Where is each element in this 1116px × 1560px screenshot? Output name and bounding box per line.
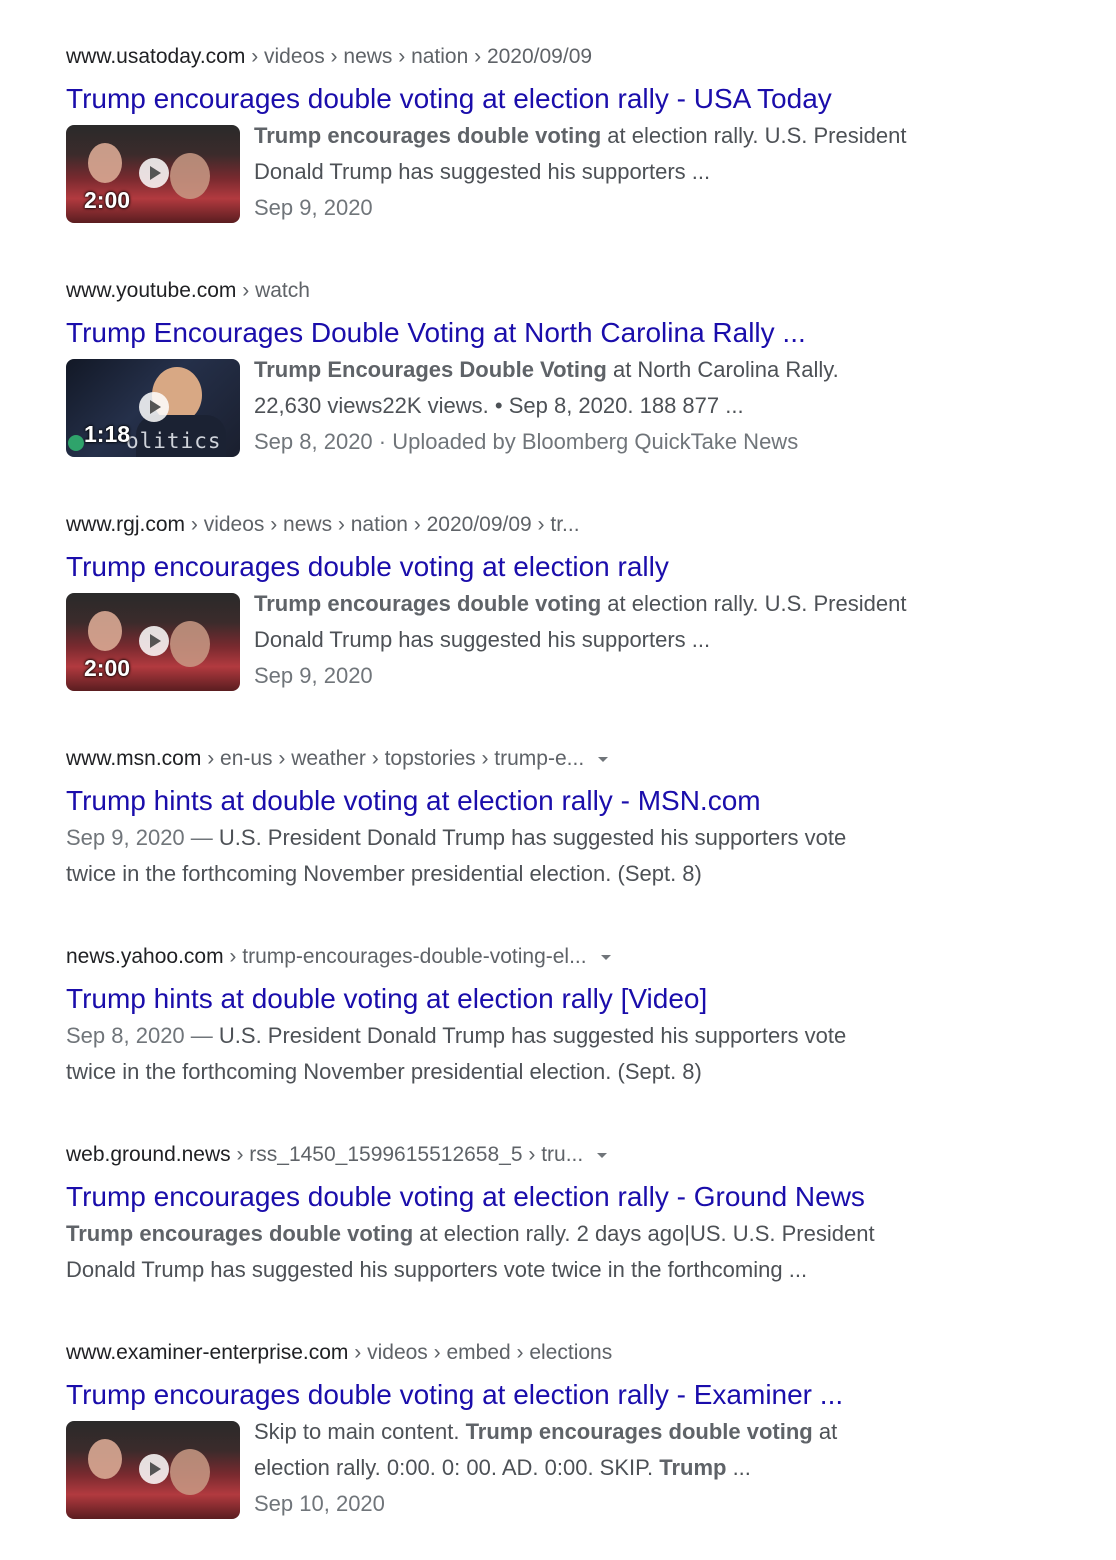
result-snippet: Sep 9, 2020 — U.S. President Donald Trum… [66,820,1066,892]
snippet-text: at North Carolina Rally. [606,357,839,382]
result-path: › rss_1450_1599615512658_5 › tru... [230,1143,584,1166]
result-url-breadcrumb[interactable]: news.yahoo.com › trump-encourages-double… [66,943,1066,971]
result-snippet: Trump encourages double voting at electi… [66,1216,1066,1288]
snippet-text: ... [726,1455,751,1480]
snippet-text: U.S. President Donald Trump has suggeste… [218,825,847,850]
search-result: www.usatoday.com › videos › news › natio… [66,43,1066,226]
video-thumbnail[interactable]: olitics 1:18 [66,359,240,457]
snippet-text: at [812,1419,838,1444]
snippet-text: twice in the forthcoming November presid… [66,861,702,886]
snippet-bold: Trump encourages double voting [465,1419,813,1444]
result-title-link[interactable]: Trump encourages double voting at electi… [66,550,1066,584]
result-date: Sep 9, 2020 [254,195,373,220]
result-url-breadcrumb[interactable]: www.examiner-enterprise.com › videos › e… [66,1339,1066,1367]
play-icon [139,392,169,422]
snippet-text: Donald Trump has suggested his supporter… [254,159,711,184]
snippet-text: at election rally. 2 days ago|US. U.S. P… [413,1221,875,1246]
result-site: www.rgj.com [66,513,186,536]
result-site: www.examiner-enterprise.com [66,1341,349,1364]
snippet-text: Donald Trump has suggested his supporter… [254,627,711,652]
video-thumbnail[interactable]: 2:00 [66,593,240,691]
video-thumbnail[interactable]: 2:00 [66,125,240,223]
chevron-down-icon[interactable] [597,1152,608,1158]
result-path: › trump-encourages-double-voting-el... [223,945,587,968]
snippet-text: 22,630 views22K views. • Sep 8, 2020. 18… [254,393,744,418]
snippet-text: Donald Trump has suggested his supporter… [66,1257,808,1282]
snippet-bold: Trump encourages double voting [254,123,602,148]
result-path: › videos › news › nation › 2020/09/09 [245,45,593,68]
result-snippet: Skip to main content. Trump encourages d… [254,1414,837,1522]
result-title-link[interactable]: Trump hints at double voting at election… [66,784,1066,818]
chevron-down-icon[interactable] [598,756,609,762]
result-url-breadcrumb[interactable]: web.ground.news › rss_1450_1599615512658… [66,1141,1066,1169]
snippet-text: U.S. President Donald Trump has suggeste… [218,1023,847,1048]
search-result: www.examiner-enterprise.com › videos › e… [66,1339,1066,1522]
snippet-bold: Trump encourages double voting [254,591,602,616]
video-duration: 1:18 [84,421,131,447]
result-title-link[interactable]: Trump encourages double voting at electi… [66,82,1066,116]
snippet-text: at election rally. U.S. President [601,123,907,148]
result-snippet: Sep 8, 2020 — U.S. President Donald Trum… [66,1018,1066,1090]
snippet-bold: Trump Encourages Double Voting [254,357,607,382]
search-result: www.msn.com › en-us › weather › topstori… [66,745,1066,892]
snippet-bold: Trump [659,1455,727,1480]
result-snippet: Trump Encourages Double Voting at North … [254,352,839,460]
result-snippet: Trump encourages double voting at electi… [254,586,906,694]
snippet-bold: Trump encourages double voting [66,1221,414,1246]
chevron-down-icon[interactable] [600,954,611,960]
result-site: www.youtube.com [66,279,237,302]
video-duration: 2:00 [84,187,131,213]
search-result: www.youtube.com › watch Trump Encourages… [66,277,1066,460]
result-site: www.msn.com [66,747,202,770]
video-thumbnail[interactable] [66,1421,240,1519]
result-title-link[interactable]: Trump hints at double voting at election… [66,982,1066,1016]
result-date: Sep 9, 2020 [254,663,373,688]
play-icon [139,1454,169,1484]
result-title-link[interactable]: Trump Encourages Double Voting at North … [66,316,1066,350]
result-title-link[interactable]: Trump encourages double voting at electi… [66,1180,1066,1214]
result-url-breadcrumb[interactable]: www.rgj.com › videos › news › nation › 2… [66,511,1066,539]
snippet-text: election rally. 0:00. 0: 00. AD. 0:00. S… [254,1455,660,1480]
result-url-breadcrumb[interactable]: www.usatoday.com › videos › news › natio… [66,43,1066,71]
result-path: › videos › embed › elections [348,1341,613,1364]
snippet-text: at election rally. U.S. President [601,591,907,616]
search-result: web.ground.news › rss_1450_1599615512658… [66,1141,1066,1288]
result-path: › videos › news › nation › 2020/09/09 › … [185,513,580,536]
thumbnail-watermark: olitics [126,429,222,453]
result-date: Sep 8, 2020 · Uploaded by Bloomberg Quic… [254,429,799,454]
result-path: › watch [236,279,310,302]
play-icon [139,626,169,656]
result-date: Sep 9, 2020 — [66,825,219,850]
search-result: www.rgj.com › videos › news › nation › 2… [66,511,1066,694]
snippet-text: Skip to main content. [254,1419,466,1444]
result-title-link[interactable]: Trump encourages double voting at electi… [66,1378,1066,1412]
play-icon [139,158,169,188]
result-site: www.usatoday.com [66,45,246,68]
result-url-breadcrumb[interactable]: www.msn.com › en-us › weather › topstori… [66,745,1066,773]
video-duration: 2:00 [84,655,131,681]
channel-dot-icon [68,435,84,451]
result-date: Sep 10, 2020 [254,1491,385,1516]
search-result: news.yahoo.com › trump-encourages-double… [66,943,1066,1090]
result-url-breadcrumb[interactable]: www.youtube.com › watch [66,277,1066,305]
snippet-text: twice in the forthcoming November presid… [66,1059,702,1084]
result-site: web.ground.news [66,1143,231,1166]
result-path: › en-us › weather › topstories › trump-e… [201,747,585,770]
result-site: news.yahoo.com [66,945,224,968]
result-snippet: Trump encourages double voting at electi… [254,118,906,226]
result-date: Sep 8, 2020 — [66,1023,219,1048]
